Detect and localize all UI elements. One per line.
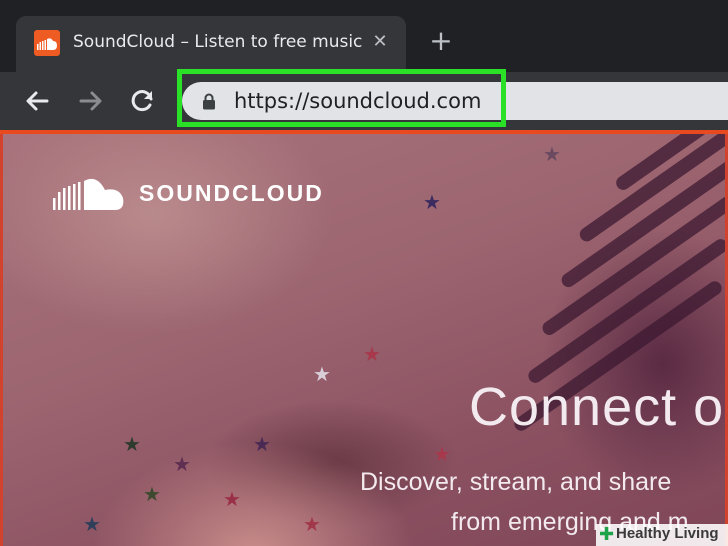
soundcloud-logo-icon (53, 178, 124, 210)
watermark: ✚ Healthy Living (596, 524, 728, 546)
star-decoration: ★ (223, 487, 241, 511)
star-decoration: ★ (173, 452, 191, 476)
reload-button[interactable] (128, 86, 158, 116)
star-decoration: ★ (363, 342, 381, 366)
forward-button[interactable] (76, 86, 106, 116)
star-decoration: ★ (143, 482, 161, 506)
arrow-left-icon (26, 91, 49, 111)
soundcloud-favicon-icon (34, 30, 60, 56)
arrow-right-icon (79, 91, 102, 111)
plus-icon: ✚ (599, 524, 615, 545)
tab-close-icon[interactable]: ✕ (368, 30, 392, 54)
tab-title: SoundCloud – Listen to free music (73, 32, 363, 52)
star-decoration: ★ (423, 190, 441, 214)
star-decoration: ★ (313, 362, 331, 386)
tab-soundcloud[interactable]: SoundCloud – Listen to free music ✕ (16, 16, 406, 72)
reload-icon (131, 90, 153, 112)
star-decoration: ★ (543, 142, 561, 166)
star-decoration: ★ (253, 432, 271, 456)
soundcloud-hero: ★ ★ ★ ★ ★ ★ ★ ★ ★ ★ ★ ★ SOUNDCLOUD Conne… (3, 134, 725, 546)
watermark-text: Healthy Living (616, 525, 719, 542)
star-decoration: ★ (433, 442, 451, 466)
address-bar-highlight (177, 69, 506, 127)
star-decoration: ★ (123, 432, 141, 456)
star-decoration: ★ (303, 512, 321, 536)
tab-strip: SoundCloud – Listen to free music ✕ + (0, 0, 728, 72)
back-button[interactable] (22, 86, 52, 116)
star-decoration: ★ (83, 512, 101, 536)
soundcloud-wordmark: SOUNDCLOUD (139, 180, 324, 206)
new-tab-button[interactable]: + (428, 27, 454, 55)
stripe-decoration (525, 236, 725, 386)
hero-title: Connect o (469, 377, 725, 437)
hero-subtitle-line1: Discover, stream, and share (360, 468, 672, 496)
